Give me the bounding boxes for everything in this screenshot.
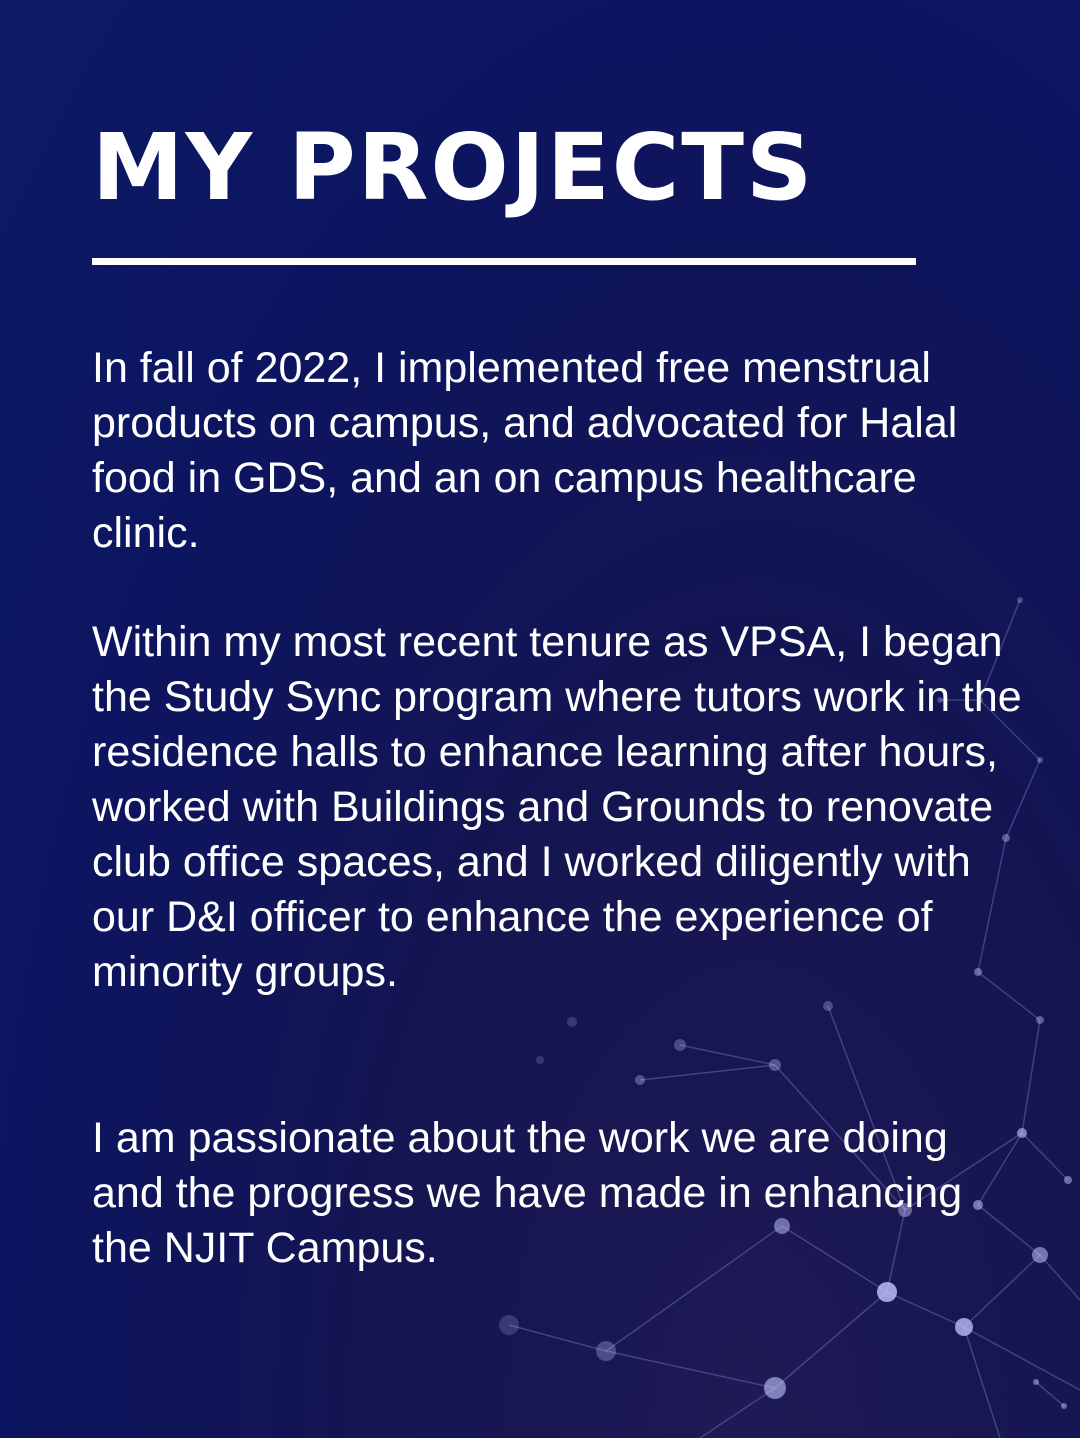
- paragraph-vpsa-tenure: Within my most recent tenure as VPSA, I …: [92, 618, 1022, 996]
- paragraph-closing: I am passionate about the work we are do…: [92, 1114, 963, 1272]
- title-divider: [92, 258, 916, 265]
- page-title: MY PROJECTS: [92, 114, 815, 221]
- paragraph-fall-2022: In fall of 2022, I implemented free mens…: [92, 344, 958, 557]
